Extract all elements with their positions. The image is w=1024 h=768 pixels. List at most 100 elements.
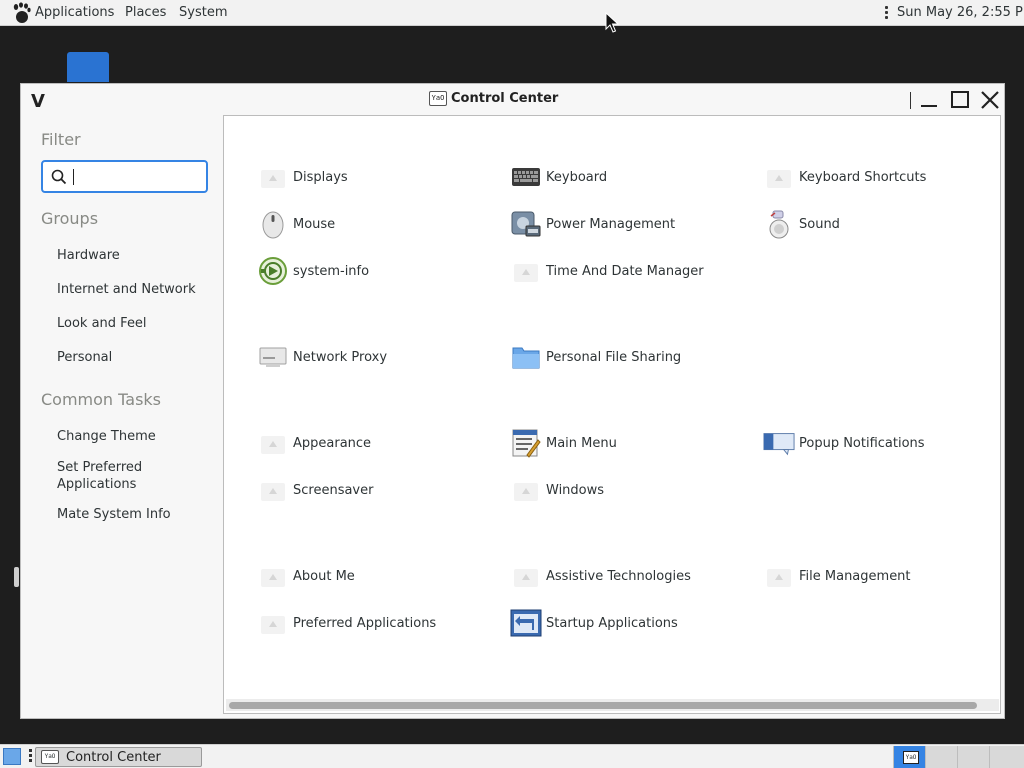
placeholder-icon: [259, 166, 287, 188]
placeholder-icon: [259, 565, 287, 587]
minimize-icon[interactable]: [918, 90, 940, 110]
applet-screensaver[interactable]: Screensaver: [257, 474, 373, 506]
clock[interactable]: Sun May 26, 2:55 PM: [897, 5, 1024, 20]
applet-label: Power Management: [546, 216, 676, 232]
applet-personal-file-sharing[interactable]: Personal File Sharing: [510, 341, 681, 373]
applet-main-menu[interactable]: Main Menu: [510, 427, 617, 459]
sidebar-item-internet-network[interactable]: Internet and Network: [57, 281, 196, 298]
applet-sound[interactable]: Sound: [763, 208, 840, 240]
control-center-icon: YaO: [429, 91, 447, 106]
workspace-3[interactable]: [957, 746, 989, 768]
network-proxy-icon: [259, 347, 287, 367]
gnome-foot-icon[interactable]: [11, 2, 31, 24]
scrollbar-thumb[interactable]: [229, 702, 977, 709]
applet-label: Windows: [546, 482, 605, 498]
startup-applications-icon: [510, 609, 542, 637]
close-icon[interactable]: [979, 90, 1001, 110]
horizontal-scrollbar[interactable]: [226, 699, 999, 711]
sound-icon: [769, 210, 789, 239]
applet-label: Keyboard Shortcuts: [799, 169, 927, 185]
common-tasks-heading: Common Tasks: [41, 390, 162, 409]
applet-power-management[interactable]: Power Management: [510, 208, 675, 240]
placeholder-icon: [512, 565, 540, 587]
taskbar-control-center-button[interactable]: YaO Control Center: [35, 747, 202, 767]
top-panel: Applications Places System Sun May 26, 2…: [0, 0, 1024, 26]
sidebar-item-hardware[interactable]: Hardware: [57, 247, 120, 264]
applets-panel: Displays Keyboard Keyboard Shortcuts Mou…: [223, 115, 1001, 714]
applet-label: About Me: [293, 568, 355, 584]
titlebar-separator: [910, 92, 911, 109]
search-input[interactable]: [73, 166, 201, 186]
placeholder-icon: [512, 479, 540, 501]
power-management-icon: [511, 211, 541, 237]
panel-handle-icon: [29, 749, 32, 764]
sidebar-item-change-theme[interactable]: Change Theme: [57, 428, 156, 445]
control-center-window: V YaO Control Center Filter Groups Hardw…: [20, 83, 1005, 719]
system-info-icon: [259, 257, 287, 285]
bottom-panel: YaO Control Center YaO: [0, 744, 1024, 768]
applet-keyboard[interactable]: Keyboard: [510, 161, 607, 193]
workspace-4[interactable]: [989, 746, 1024, 768]
sidebar-item-set-preferred-apps[interactable]: Set Preferred Applications: [57, 459, 167, 493]
placeholder-icon: [765, 166, 793, 188]
applet-label: Keyboard: [546, 169, 608, 185]
applet-popup-notifications[interactable]: Popup Notifications: [763, 427, 925, 459]
maximize-icon[interactable]: [949, 90, 971, 110]
placeholder-icon: [259, 479, 287, 501]
keyboard-icon: [512, 168, 540, 186]
applet-label: Sound: [799, 216, 840, 232]
control-center-icon: YaO: [903, 751, 919, 764]
panel-handle-icon: [885, 6, 889, 20]
desktop-edge-handle: [14, 567, 19, 587]
applet-label: Appearance: [293, 435, 372, 451]
window-title: Control Center: [451, 91, 559, 106]
applications-menu[interactable]: Applications: [35, 5, 114, 20]
applet-keyboard-shortcuts[interactable]: Keyboard Shortcuts: [763, 161, 926, 193]
places-menu[interactable]: Places: [125, 5, 166, 20]
groups-heading: Groups: [41, 209, 99, 228]
workspace-2[interactable]: [925, 746, 957, 768]
mouse-icon: [262, 211, 284, 239]
applet-label: Time And Date Manager: [546, 263, 704, 279]
placeholder-icon: [259, 612, 287, 634]
applet-file-management[interactable]: File Management: [763, 560, 911, 592]
applet-time-and-date[interactable]: Time And Date Manager: [510, 255, 704, 287]
applet-label: Startup Applications: [546, 615, 678, 631]
control-center-icon: YaO: [41, 750, 59, 764]
applet-label: system-info: [293, 263, 370, 279]
sidebar-item-mate-system-info[interactable]: Mate System Info: [57, 506, 171, 523]
applet-label: File Management: [799, 568, 911, 584]
applet-label: Assistive Technologies: [546, 568, 691, 584]
window-menu-button[interactable]: V: [31, 91, 45, 112]
placeholder-icon: [512, 260, 540, 282]
applet-appearance[interactable]: Appearance: [257, 427, 371, 459]
applet-startup-applications[interactable]: Startup Applications: [510, 607, 678, 639]
sidebar-item-personal[interactable]: Personal: [57, 349, 112, 366]
placeholder-icon: [259, 432, 287, 454]
show-desktop-icon[interactable]: [3, 748, 21, 765]
applet-label: Personal File Sharing: [546, 349, 682, 365]
applet-system-info[interactable]: system-info: [257, 255, 369, 287]
applet-label: Screensaver: [293, 482, 374, 498]
applet-about-me[interactable]: About Me: [257, 560, 355, 592]
applet-preferred-applications[interactable]: Preferred Applications: [257, 607, 436, 639]
applet-assistive-technologies[interactable]: Assistive Technologies: [510, 560, 691, 592]
applet-label: Displays: [293, 169, 348, 185]
system-menu[interactable]: System: [179, 5, 227, 20]
applet-label: Network Proxy: [293, 349, 388, 365]
applet-label: Main Menu: [546, 435, 617, 451]
applet-mouse[interactable]: Mouse: [257, 208, 335, 240]
applet-label: Popup Notifications: [799, 435, 925, 451]
desktop-folder-icon[interactable]: [67, 52, 109, 82]
folder-icon: [512, 347, 540, 369]
popup-notifications-icon: [763, 433, 795, 456]
workspace-1[interactable]: YaO: [893, 746, 925, 768]
applet-windows[interactable]: Windows: [510, 474, 604, 506]
window-titlebar[interactable]: V YaO Control Center: [21, 84, 1004, 115]
applet-network-proxy[interactable]: Network Proxy: [257, 341, 387, 373]
search-box[interactable]: [41, 160, 208, 193]
sidebar-item-look-feel[interactable]: Look and Feel: [57, 315, 147, 332]
window-title-group: YaO Control Center: [429, 91, 558, 106]
applet-label: Mouse: [293, 216, 336, 232]
applet-displays[interactable]: Displays: [257, 161, 348, 193]
